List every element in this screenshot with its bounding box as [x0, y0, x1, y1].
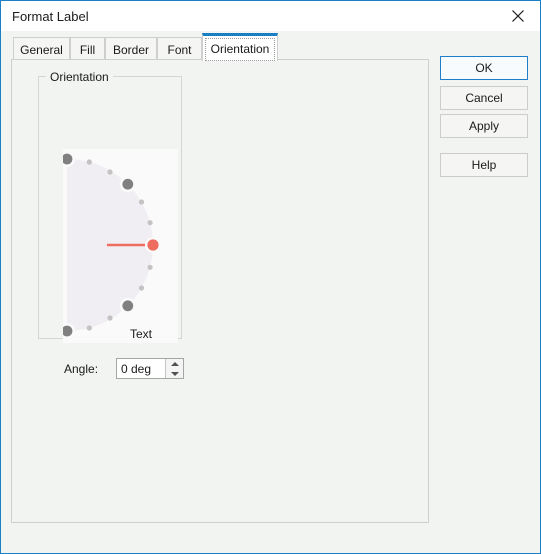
angle-label: Angle:	[64, 362, 99, 376]
close-button[interactable]	[496, 1, 540, 30]
angle-spin-down-button[interactable]	[166, 369, 183, 378]
tab-font[interactable]: Font	[157, 37, 202, 61]
dial-minor-tick	[138, 199, 145, 205]
window-title: Format Label	[12, 9, 89, 24]
chevron-down-icon	[170, 371, 179, 376]
dial-minor-tick	[138, 285, 145, 291]
dial-minor-tick	[86, 159, 92, 165]
help-button[interactable]: Help	[440, 153, 528, 177]
cancel-button-label: Cancel	[465, 91, 503, 105]
tab-orientation[interactable]: Orientation	[202, 33, 278, 61]
format-label-dialog: Format Label General Fill Border Font Or…	[0, 0, 541, 554]
dial-minor-tick	[107, 169, 113, 175]
tab-label: General	[20, 42, 63, 57]
orientation-dial-graphic	[63, 151, 161, 339]
apply-button[interactable]: Apply	[440, 114, 528, 138]
angle-spin-up-button[interactable]	[166, 359, 183, 368]
tab-label: Fill	[79, 42, 96, 57]
dial-minor-tick	[107, 315, 113, 321]
tab-content-panel: Orientation Text Angle: 0 deg	[11, 59, 429, 523]
help-button-label: Help	[471, 158, 497, 172]
title-bar: Format Label	[1, 1, 540, 31]
orientation-dial[interactable]: Text	[63, 149, 178, 343]
dial-minor-tick	[147, 264, 153, 270]
tab-label: Font	[167, 42, 192, 57]
dial-major-tick-m45[interactable]	[122, 300, 134, 312]
dial-minor-tick	[86, 325, 92, 331]
chevron-up-icon	[170, 361, 179, 366]
orientation-group-legend: Orientation	[46, 70, 113, 84]
tab-label: Orientation	[210, 41, 270, 56]
angle-value[interactable]: 0 deg	[121, 362, 151, 376]
angle-spinbox[interactable]: 0 deg	[116, 358, 184, 379]
ok-button-label: OK	[475, 61, 493, 75]
tab-general[interactable]: General	[13, 37, 70, 61]
tab-border[interactable]: Border	[105, 37, 157, 61]
dial-text-sample: Text	[130, 327, 153, 341]
ok-button[interactable]: OK	[440, 56, 528, 80]
tab-fill[interactable]: Fill	[70, 37, 105, 61]
apply-button-label: Apply	[468, 119, 500, 133]
dial-major-tick-45[interactable]	[122, 178, 134, 190]
close-icon	[512, 9, 524, 22]
cancel-button[interactable]: Cancel	[440, 86, 528, 110]
angle-spin-buttons	[165, 359, 183, 378]
dial-handle[interactable]	[147, 239, 159, 251]
dial-minor-tick	[147, 220, 153, 226]
tab-label: Border	[112, 42, 150, 57]
